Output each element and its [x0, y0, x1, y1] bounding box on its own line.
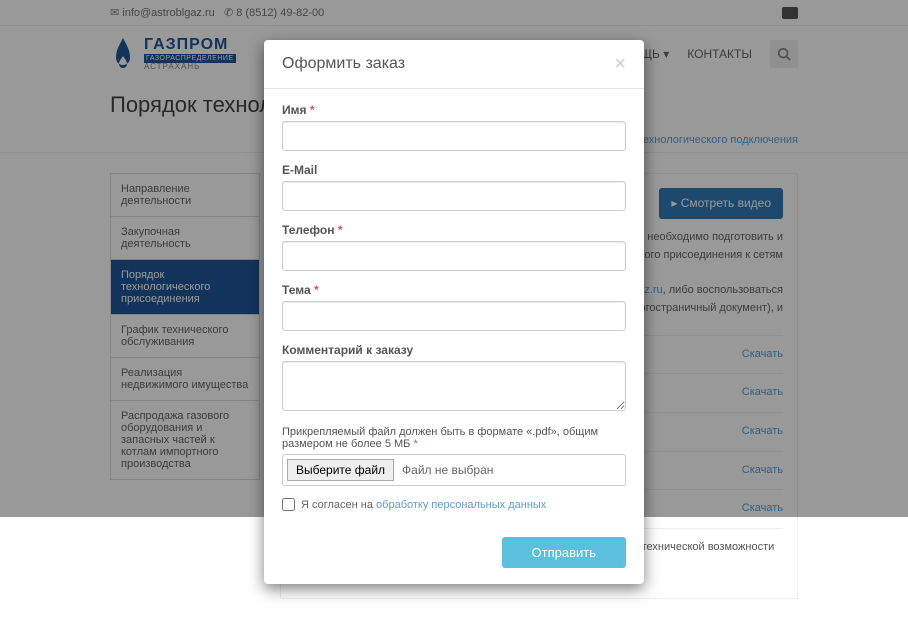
comment-textarea[interactable] [282, 361, 626, 411]
email-label: E-Mail [282, 163, 626, 177]
subject-label: Тема * [282, 283, 626, 297]
submit-button[interactable]: Отправить [502, 537, 626, 568]
consent-link[interactable]: обработку персональных данных [376, 499, 546, 511]
file-status: Файл не выбран [402, 463, 493, 477]
email-input[interactable] [282, 181, 626, 211]
consent-row: Я согласен на обработку персональных дан… [282, 498, 626, 511]
close-icon[interactable]: × [614, 54, 626, 74]
name-label: Имя * [282, 103, 626, 117]
modal-overlay[interactable]: Оформить заказ × Имя * E-Mail Телефон * … [0, 0, 908, 517]
order-modal: Оформить заказ × Имя * E-Mail Телефон * … [264, 40, 644, 584]
modal-title: Оформить заказ [282, 55, 405, 73]
file-input-row: Выберите файл Файл не выбран [282, 454, 626, 486]
phone-input[interactable] [282, 241, 626, 271]
consent-checkbox[interactable] [282, 498, 295, 511]
file-choose-button[interactable]: Выберите файл [287, 459, 394, 481]
consent-text: Я согласен на [301, 499, 376, 511]
comment-label: Комментарий к заказу [282, 343, 626, 357]
name-input[interactable] [282, 121, 626, 151]
file-hint: Прикрепляемый файл должен быть в формате… [282, 426, 626, 450]
phone-label: Телефон * [282, 223, 626, 237]
subject-input[interactable] [282, 301, 626, 331]
